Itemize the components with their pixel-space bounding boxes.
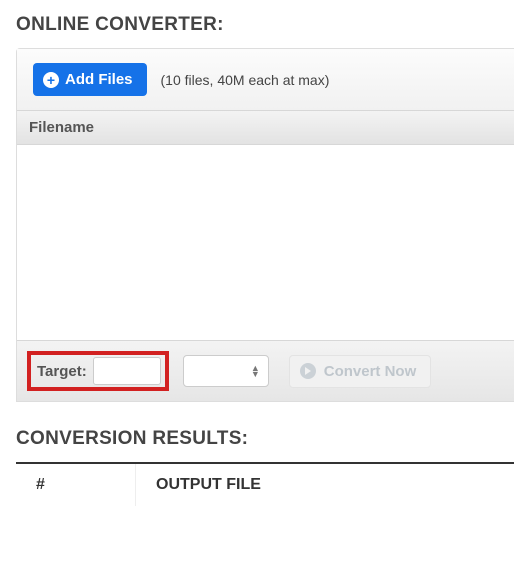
filename-column-header: Filename [17, 110, 514, 145]
convert-now-button[interactable]: Convert Now [289, 355, 432, 388]
arrow-right-icon [300, 363, 316, 379]
plus-icon: + [43, 72, 59, 88]
results-table-header: # OUTPUT FILE [16, 462, 514, 506]
upload-limit-hint: (10 files, 40M each at max) [161, 72, 330, 88]
target-highlight-box: Target: [27, 351, 169, 391]
converter-panel: + Add Files (10 files, 40M each at max) … [16, 48, 514, 402]
file-list-body [17, 145, 514, 341]
target-select[interactable]: ▲▼ [183, 355, 269, 387]
target-label: Target: [37, 363, 87, 380]
add-files-button[interactable]: + Add Files [33, 63, 147, 96]
results-output-column-header: OUTPUT FILE [136, 464, 514, 506]
panel-toolbar: + Add Files (10 files, 40M each at max) [17, 49, 514, 110]
add-files-label: Add Files [65, 71, 133, 88]
conversion-results-heading: CONVERSION RESULTS: [0, 402, 514, 462]
chevron-up-down-icon: ▲▼ [251, 365, 260, 377]
target-select-inner[interactable] [93, 357, 161, 385]
convert-now-label: Convert Now [324, 363, 417, 380]
results-hash-column-header: # [16, 464, 136, 506]
panel-footer: Target: ▲▼ Convert Now [17, 341, 514, 401]
online-converter-heading: ONLINE CONVERTER: [0, 0, 514, 48]
